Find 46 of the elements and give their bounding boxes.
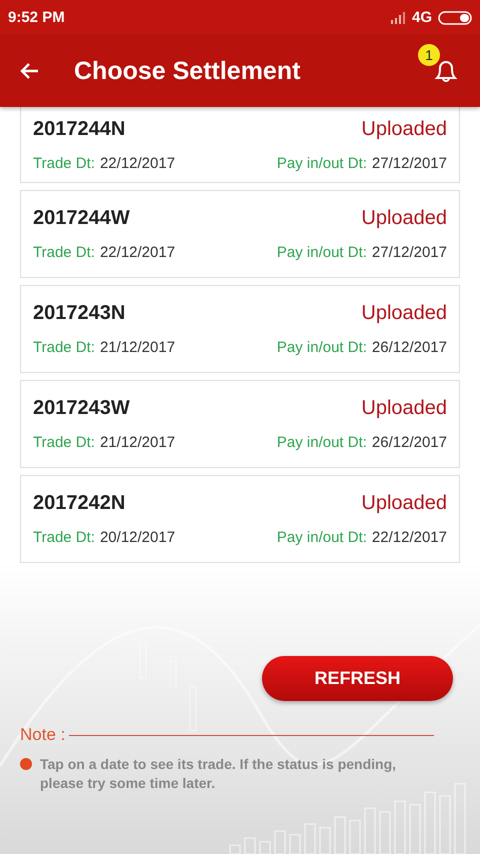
battery-icon: [438, 10, 472, 24]
settlement-card[interactable]: 2017243W Uploaded Trade Dt: 21/12/2017 Pay in/out Dt: 26/12/2017: [20, 380, 460, 468]
notification-count: 1: [418, 44, 440, 66]
screen-title: Choose Settlement: [74, 56, 302, 86]
settlement-id: 2017243W: [33, 397, 130, 420]
pay-date[interactable]: 27/12/2017: [372, 244, 447, 261]
settlement-card[interactable]: 2017244N Uploaded Trade Dt: 22/12/2017 Pay in/out Dt: 27/12/2017: [20, 107, 460, 183]
settlement-id: 2017244N: [33, 118, 126, 141]
pay-date-label: Pay in/out Dt:: [276, 434, 367, 451]
settlement-status: Uploaded: [361, 302, 447, 325]
pay-date[interactable]: 26/12/2017: [372, 434, 447, 451]
settlement-status: Uploaded: [361, 207, 447, 230]
trade-date-label: Trade Dt:: [33, 155, 95, 172]
trade-date[interactable]: 21/12/2017: [100, 339, 176, 356]
settlement-card[interactable]: 2017243N Uploaded Trade Dt: 21/12/2017 Pay in/out Dt: 26/12/2017: [20, 285, 460, 373]
notification-button[interactable]: 1: [418, 44, 464, 90]
pay-date[interactable]: 27/12/2017: [372, 155, 447, 172]
trade-date-label: Trade Dt:: [33, 529, 95, 546]
settlement-card[interactable]: 2017242N Uploaded Trade Dt: 20/12/2017 Pay in/out Dt: 22/12/2017: [20, 475, 460, 563]
settlement-card[interactable]: 2017244W Uploaded Trade Dt: 22/12/2017 Pay in/out Dt: 27/12/2017: [20, 190, 460, 278]
settlement-status: Uploaded: [361, 118, 447, 141]
trade-date-label: Trade Dt:: [33, 339, 95, 356]
note-text: Tap on a date to see its trade. If the status is pending, please try some time later.: [40, 755, 398, 793]
network-type: 4G: [412, 9, 432, 26]
trade-date[interactable]: 22/12/2017: [100, 244, 176, 261]
trade-date-label: Trade Dt:: [33, 244, 95, 261]
bullet-icon: [20, 758, 32, 770]
trade-date[interactable]: 22/12/2017: [100, 155, 176, 172]
pay-date-label: Pay in/out Dt:: [276, 155, 367, 172]
status-time: 9:52 PM: [8, 9, 65, 26]
settlement-status: Uploaded: [361, 397, 447, 420]
trade-date[interactable]: 20/12/2017: [100, 529, 176, 546]
pay-date[interactable]: 26/12/2017: [372, 339, 447, 356]
trade-date-label: Trade Dt:: [33, 434, 95, 451]
note-label: Note :: [20, 725, 66, 745]
pay-date-label: Pay in/out Dt:: [276, 339, 367, 356]
refresh-button[interactable]: REFRESH: [262, 656, 453, 701]
settlement-id: 2017242N: [33, 492, 126, 515]
pay-date[interactable]: 22/12/2017: [372, 529, 447, 546]
settlement-status: Uploaded: [361, 492, 447, 515]
settlement-id: 2017243N: [33, 302, 126, 325]
trade-date[interactable]: 21/12/2017: [100, 434, 176, 451]
signal-icon: [390, 12, 406, 24]
settlement-id: 2017244W: [33, 207, 130, 230]
pay-date-label: Pay in/out Dt:: [276, 529, 367, 546]
pay-date-label: Pay in/out Dt:: [276, 244, 367, 261]
